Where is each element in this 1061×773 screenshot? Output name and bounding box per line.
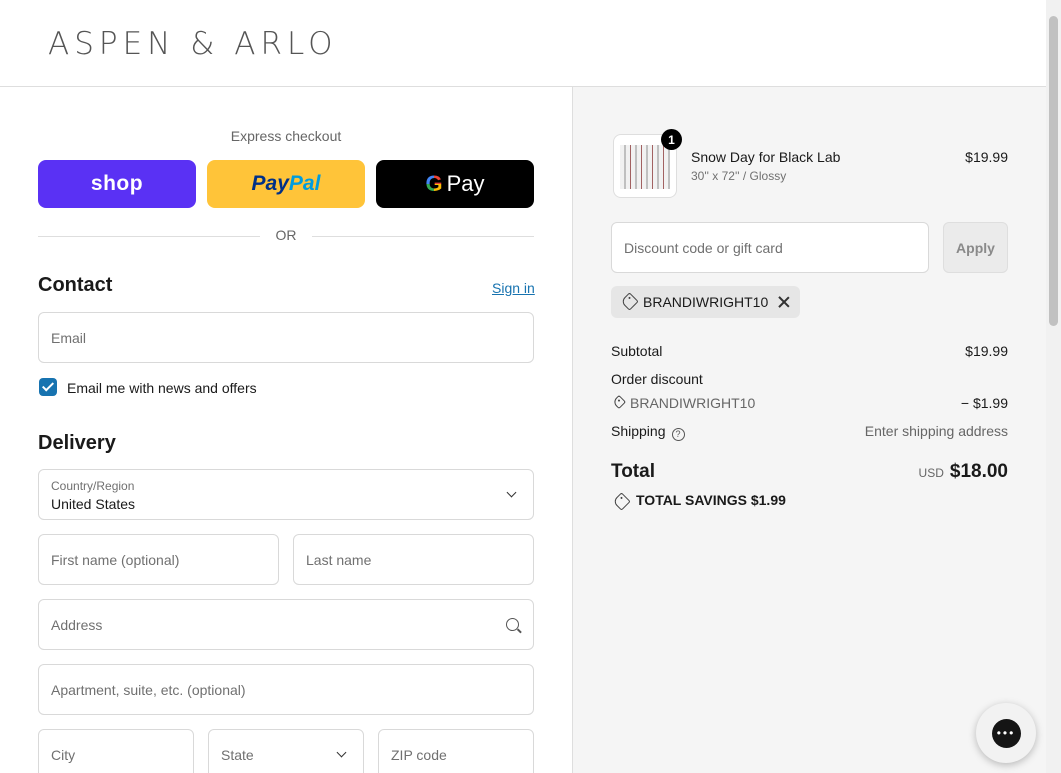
paypal-logo-pay: Pay bbox=[251, 172, 289, 195]
currency-code: USD bbox=[918, 466, 944, 480]
express-checkout-label: Express checkout bbox=[230, 128, 342, 144]
apartment-placeholder: Apartment, suite, etc. (optional) bbox=[51, 682, 246, 698]
subtotal-value: $19.99 bbox=[965, 343, 1008, 359]
remove-discount-icon[interactable] bbox=[778, 296, 790, 308]
zip-field[interactable]: ZIP code bbox=[378, 729, 534, 773]
divider-line bbox=[312, 236, 534, 237]
tag-icon bbox=[620, 292, 639, 311]
total-label: Total bbox=[611, 461, 655, 482]
savings-tag-icon bbox=[612, 492, 631, 511]
zip-placeholder: ZIP code bbox=[391, 747, 447, 763]
city-placeholder: City bbox=[51, 747, 76, 763]
delivery-title: Delivery bbox=[38, 432, 116, 454]
address-placeholder: Address bbox=[51, 617, 103, 633]
order-discount-label: Order discount bbox=[611, 371, 703, 387]
total-savings: TOTAL SAVINGS $1.99 bbox=[636, 492, 786, 508]
applied-discount-chip: BRANDIWRIGHT10 bbox=[611, 286, 801, 318]
scrollbar-thumb[interactable] bbox=[1049, 16, 1058, 326]
applied-discount-code: BRANDIWRIGHT10 bbox=[643, 294, 769, 310]
shipping-label: Shipping bbox=[611, 423, 666, 439]
state-select[interactable]: State bbox=[208, 729, 364, 773]
page-scrollbar[interactable] bbox=[1046, 0, 1061, 773]
tag-icon bbox=[611, 394, 627, 410]
country-label: Country/Region bbox=[51, 479, 135, 493]
paypal-button[interactable]: Pay Pal bbox=[207, 160, 365, 208]
first-name-field[interactable]: First name (optional) bbox=[38, 534, 279, 585]
total-value: $18.00 bbox=[949, 461, 1008, 482]
search-icon bbox=[506, 618, 519, 631]
header: ASPEN & ARLO bbox=[0, 0, 1046, 87]
google-pay-label: Pay bbox=[446, 171, 485, 196]
brand-logo[interactable]: ASPEN & ARLO bbox=[48, 26, 338, 62]
last-name-placeholder: Last name bbox=[306, 552, 372, 568]
google-g-icon: G bbox=[425, 171, 443, 196]
discount-code-text: BRANDIWRIGHT10 bbox=[630, 395, 756, 411]
product-name: Snow Day for Black Lab bbox=[691, 149, 841, 165]
apply-button[interactable]: Apply bbox=[943, 222, 1008, 273]
help-icon[interactable]: ? bbox=[671, 428, 685, 441]
product-price: $19.99 bbox=[965, 149, 1008, 165]
state-placeholder: State bbox=[221, 747, 254, 763]
country-select[interactable]: Country/Region United States bbox=[38, 469, 534, 520]
checkout-form-panel: Express checkout shop Pay Pal G Pay OR Co… bbox=[0, 87, 572, 773]
shipping-value: Enter shipping address bbox=[864, 423, 1008, 439]
chevron-down-icon bbox=[506, 487, 517, 498]
shop-pay-logo: shop bbox=[90, 172, 144, 195]
sign-in-link[interactable]: Sign in bbox=[492, 280, 535, 296]
newsletter-label: Email me with news and offers bbox=[67, 380, 257, 396]
city-field[interactable]: City bbox=[38, 729, 194, 773]
shipping-row-label: Shipping? bbox=[611, 423, 685, 441]
address-field[interactable]: Address bbox=[38, 599, 534, 650]
google-pay-button[interactable]: G Pay bbox=[376, 160, 534, 208]
paypal-logo-pal: Pal bbox=[288, 172, 321, 195]
order-summary-panel: 1 Snow Day for Black Lab 30'' x 72'' / G… bbox=[572, 87, 1046, 773]
contact-title: Contact bbox=[38, 274, 113, 296]
discount-code-input[interactable]: Discount code or gift card bbox=[611, 222, 929, 273]
quantity-badge: 1 bbox=[661, 129, 682, 150]
or-text: OR bbox=[275, 227, 297, 243]
product-image bbox=[620, 145, 670, 189]
discount-placeholder: Discount code or gift card bbox=[624, 240, 783, 256]
first-name-placeholder: First name (optional) bbox=[51, 552, 180, 568]
chat-icon: ••• bbox=[991, 718, 1021, 748]
total-amount: USD $18.00 bbox=[919, 461, 1008, 483]
discount-value: − $1.99 bbox=[960, 395, 1008, 411]
or-divider: OR bbox=[38, 227, 534, 245]
newsletter-checkbox[interactable] bbox=[39, 378, 57, 396]
subtotal-label: Subtotal bbox=[611, 343, 663, 359]
product-variant: 30'' x 72'' / Glossy bbox=[691, 169, 787, 183]
country-value: United States bbox=[51, 496, 136, 512]
chevron-down-icon bbox=[336, 747, 347, 758]
apartment-field[interactable]: Apartment, suite, etc. (optional) bbox=[38, 664, 534, 715]
last-name-field[interactable]: Last name bbox=[293, 534, 534, 585]
email-placeholder: Email bbox=[51, 330, 87, 346]
shop-pay-button[interactable]: shop bbox=[38, 160, 196, 208]
email-field[interactable]: Email bbox=[38, 312, 534, 363]
chat-widget-button[interactable]: ••• bbox=[976, 703, 1036, 763]
